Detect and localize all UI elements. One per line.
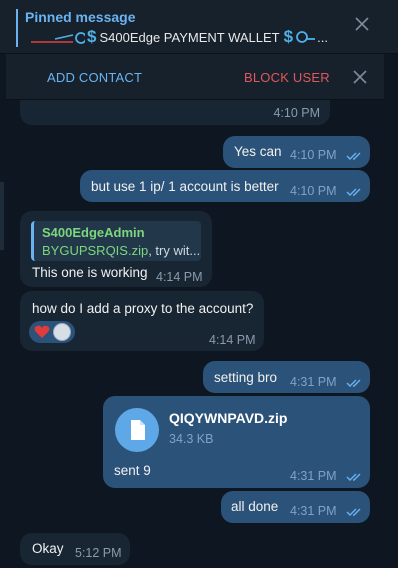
message-incoming[interactable]: 4:10 PM (20, 100, 330, 125)
double-check-icon (346, 379, 361, 387)
double-check-icon (346, 188, 361, 196)
pinned-text-row: $ S400Edge PAYMENT WALLET $ ... (25, 27, 328, 47)
block-user-button[interactable]: BLOCK USER (244, 70, 330, 85)
reply-file-link: BYGUPSRQIS.zip (42, 243, 149, 258)
dollar-icon: $ (283, 27, 294, 46)
message-text: sent 9 (114, 463, 151, 478)
file-icon[interactable] (115, 408, 159, 452)
add-contact-button[interactable]: ADD CONTACT (47, 70, 142, 85)
close-icon[interactable] (350, 67, 370, 87)
message-text: all done (231, 499, 279, 514)
message-outgoing[interactable]: Yes can 4:10 PM (223, 136, 370, 168)
double-check-icon (346, 473, 361, 481)
message-time: 4:10 PM (290, 184, 337, 198)
reply-preview[interactable]: S400EdgeAdmin BYGUPSRQIS.zip, try wit... (31, 221, 201, 261)
message-time: 4:10 PM (290, 148, 337, 162)
pinned-title: Pinned message (25, 9, 136, 25)
double-check-icon (346, 508, 361, 516)
message-text: how do I add a proxy to the account? (32, 301, 254, 316)
message-incoming[interactable]: S400EdgeAdmin BYGUPSRQIS.zip, try wit...… (20, 211, 212, 287)
decorative-icon (31, 32, 85, 44)
side-strip (0, 182, 4, 250)
message-time: 4:31 PM (290, 375, 337, 389)
file-size: 34.3 KB (169, 432, 214, 446)
message-text: setting bro (214, 370, 278, 385)
double-check-icon (346, 152, 361, 160)
message-text: but use 1 ip/ 1 account is better (91, 179, 279, 194)
message-time: 4:31 PM (290, 504, 337, 518)
pinned-accent-bar (16, 9, 18, 47)
message-text: This one is working (32, 265, 148, 280)
reaction-pill[interactable] (29, 321, 75, 343)
message-outgoing[interactable]: all done 4:31 PM (221, 491, 370, 523)
reply-author: S400EdgeAdmin (42, 225, 145, 240)
message-time: 4:14 PM (209, 333, 256, 347)
file-name[interactable]: QIQYWNPAVD.zip (169, 410, 287, 426)
reply-text: BYGUPSRQIS.zip, try wit... (42, 243, 200, 258)
message-time: 4:14 PM (156, 270, 203, 284)
message-text: Yes can (234, 144, 282, 159)
pinned-ellipsis: ... (317, 29, 328, 45)
message-incoming[interactable]: Okay 5:12 PM (20, 533, 130, 565)
dollar-icon: $ (87, 27, 97, 46)
pinned-message-bar[interactable]: Pinned message $ S400Edge PAYMENT WALLET… (0, 0, 398, 54)
reply-rest: , try wit... (148, 243, 201, 258)
heart-icon (34, 325, 50, 338)
avatar (53, 323, 71, 341)
message-outgoing[interactable]: but use 1 ip/ 1 account is better 4:10 P… (80, 170, 370, 202)
close-icon[interactable] (352, 14, 372, 34)
document-icon (131, 420, 145, 440)
contact-action-bar: ADD CONTACT BLOCK USER (6, 54, 384, 100)
message-time: 4:10 PM (273, 106, 320, 120)
decorative-icon (296, 31, 316, 43)
message-outgoing[interactable]: QIQYWNPAVD.zip 34.3 KB sent 9 4:31 PM (103, 396, 370, 488)
pinned-text: S400Edge PAYMENT WALLET (99, 29, 280, 45)
message-incoming[interactable]: how do I add a proxy to the account? 4:1… (20, 291, 264, 351)
message-time: 4:31 PM (290, 469, 337, 483)
message-time: 5:12 PM (75, 546, 122, 560)
message-outgoing[interactable]: setting bro 4:31 PM (203, 361, 370, 393)
message-text: Okay (32, 541, 64, 556)
